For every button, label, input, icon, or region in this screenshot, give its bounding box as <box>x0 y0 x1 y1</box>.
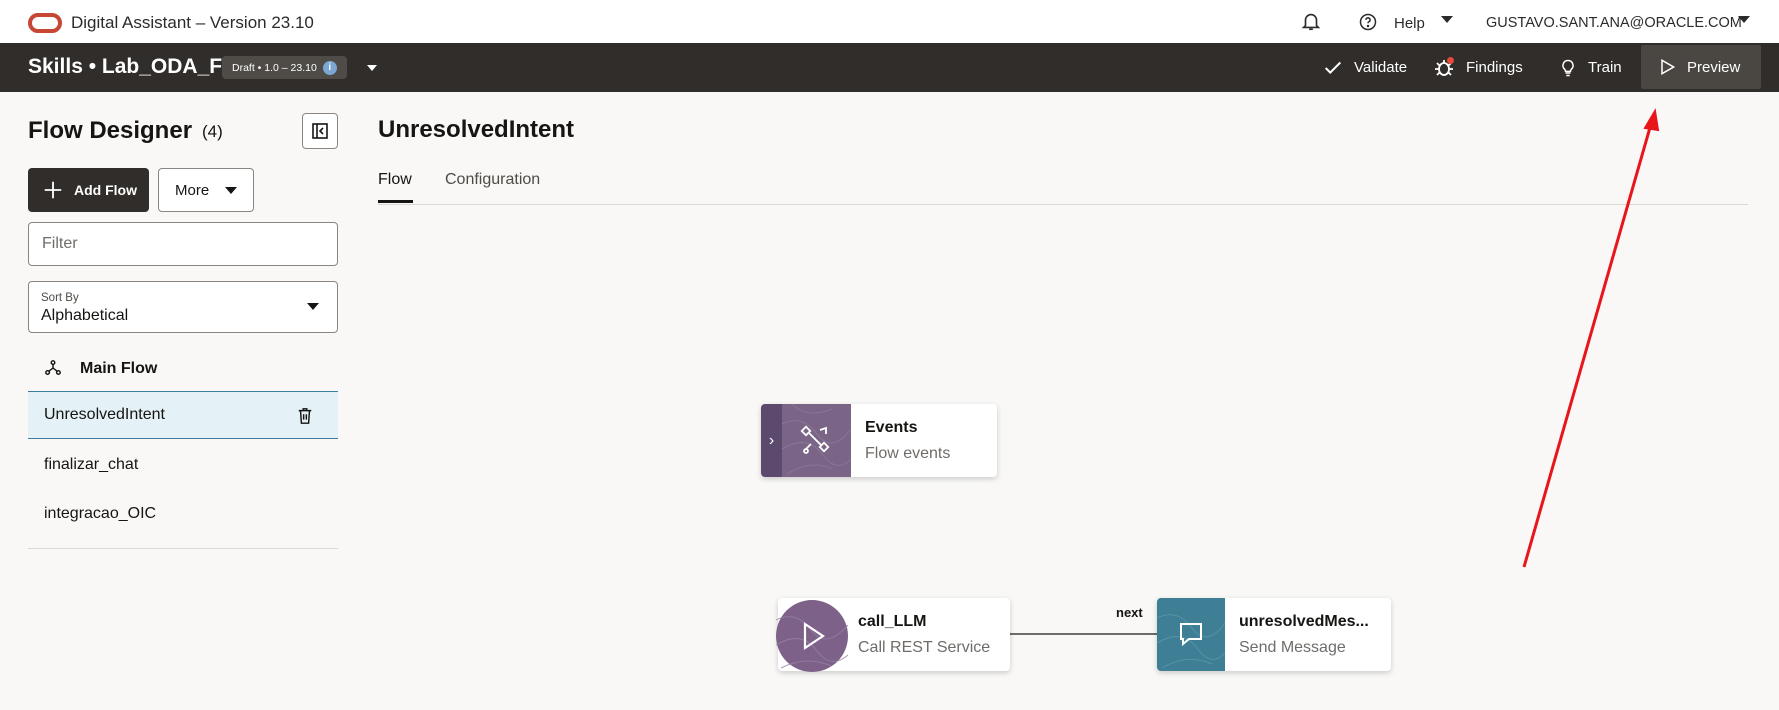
events-node-artwork <box>781 403 852 477</box>
events-icon <box>781 403 852 475</box>
call-llm-node-subtitle: Call REST Service <box>858 639 991 656</box>
sort-by-value: Alphabetical <box>41 307 129 324</box>
preview-button[interactable]: Preview <box>1641 45 1761 89</box>
tabs-divider <box>378 204 1748 205</box>
preview-label: Preview <box>1687 58 1741 76</box>
lightbulb-icon <box>1562 59 1574 76</box>
flow-count: (4) <box>202 122 223 141</box>
send-message-node-subtitle: Send Message <box>1239 639 1346 656</box>
events-node-subtitle: Flow events <box>865 445 951 462</box>
add-flow-label: Add Flow <box>74 182 137 198</box>
flow-item-label: integracao_OIC <box>44 505 157 522</box>
more-button[interactable]: More <box>158 168 254 212</box>
flow-item-label: finalizar_chat <box>44 456 139 473</box>
user-caret-icon[interactable] <box>1738 16 1750 23</box>
flow-hierarchy-icon <box>45 360 61 376</box>
call-llm-node-title: call_LLM <box>858 613 927 630</box>
collapse-panel-button[interactable] <box>302 113 338 149</box>
top-header: Digital Assistant – Version 23.10 Help G… <box>0 0 1779 43</box>
validate-label: Validate <box>1354 59 1408 76</box>
plus-icon <box>44 181 62 199</box>
info-icon[interactable]: i <box>322 60 337 75</box>
flow-list-item[interactable]: UnresolvedIntent <box>28 391 338 439</box>
findings-button[interactable]: Findings <box>1416 43 1539 92</box>
version-dropdown-icon[interactable] <box>367 65 377 71</box>
filter-input[interactable] <box>28 222 338 266</box>
sort-by-select[interactable]: Sort By Alphabetical <box>28 281 338 333</box>
main-flow-item[interactable]: Main Flow <box>28 350 338 386</box>
play-icon <box>775 600 849 672</box>
send-message-node[interactable]: unresolvedMes... Send Message <box>1156 598 1391 671</box>
flow-list-item[interactable]: integracao_OIC <box>28 490 338 538</box>
sort-by-label: Sort By <box>41 292 79 304</box>
train-button[interactable]: Train <box>1542 43 1638 92</box>
skill-toolbar: Skills • Lab_ODA_FT Draft • 1.0 – 23.10 … <box>0 43 1779 92</box>
tab-configuration[interactable]: Configuration <box>445 171 540 189</box>
list-divider <box>28 548 338 549</box>
flow-list-item[interactable]: finalizar_chat <box>28 441 338 489</box>
bug-icon <box>1432 56 1456 80</box>
help-caret-icon[interactable] <box>1441 16 1453 23</box>
findings-alert-dot <box>1447 56 1454 64</box>
trash-icon[interactable] <box>296 406 314 426</box>
main-flow-label: Main Flow <box>80 360 158 377</box>
skill-title: Skills • Lab_ODA_FT <box>28 55 235 78</box>
chat-bubble-icon <box>1156 598 1226 671</box>
version-label: Draft • 1.0 – 23.10 <box>232 61 317 74</box>
checkmark-icon <box>1324 61 1342 74</box>
user-menu[interactable]: GUSTAVO.SANT.ANA@ORACLE.COM <box>1486 15 1742 31</box>
active-tab-indicator <box>378 200 413 203</box>
oracle-logo-icon <box>28 13 62 33</box>
app-title: Digital Assistant – Version 23.10 <box>71 13 314 32</box>
version-badge: Draft • 1.0 – 23.10 i <box>222 56 347 79</box>
add-flow-button[interactable]: Add Flow <box>28 168 149 212</box>
panel-title: Flow Designer <box>28 117 193 144</box>
events-node[interactable]: › Events Flow events <box>761 403 997 477</box>
transition-label: next <box>1116 605 1143 620</box>
expand-chevron-icon[interactable]: › <box>761 404 782 477</box>
transition-connector[interactable] <box>1010 633 1157 635</box>
send-message-node-title: unresolvedMes... <box>1239 613 1369 630</box>
collapse-panel-icon <box>312 123 328 139</box>
findings-label: Findings <box>1466 59 1523 76</box>
help-menu[interactable]: Help <box>1394 15 1425 32</box>
sort-caret-icon <box>307 303 319 310</box>
help-icon[interactable] <box>1358 12 1378 32</box>
call-llm-node[interactable]: call_LLM Call REST Service <box>775 598 1010 672</box>
train-label: Train <box>1588 59 1622 76</box>
page-title: UnresolvedIntent <box>378 116 575 143</box>
validate-button[interactable]: Validate <box>1306 43 1423 92</box>
play-icon <box>1661 59 1676 75</box>
events-node-title: Events <box>865 419 918 436</box>
more-label: More <box>175 181 210 199</box>
tab-flow[interactable]: Flow <box>378 171 412 189</box>
bell-icon[interactable] <box>1300 10 1322 32</box>
more-caret-icon <box>225 187 237 194</box>
flow-item-label: UnresolvedIntent <box>44 406 165 423</box>
